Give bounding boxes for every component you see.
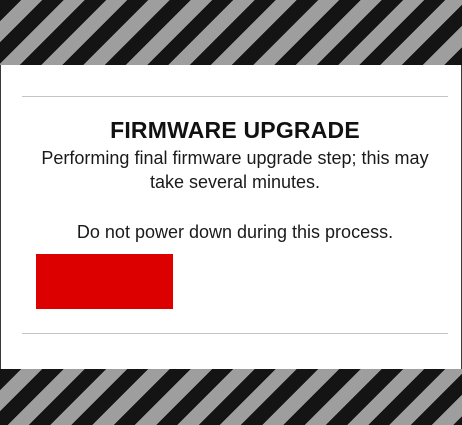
top-divider (22, 96, 448, 97)
hazard-stripe-bottom (0, 369, 462, 425)
firmware-upgrade-screen: FIRMWARE UPGRADE Performing final firmwa… (0, 0, 462, 425)
power-warning: Do not power down during this process. (76, 222, 394, 242)
bottom-divider (22, 333, 448, 334)
progress-bar-fill (36, 254, 174, 309)
progress-bar (36, 254, 428, 309)
hazard-stripe-top (0, 0, 462, 65)
status-message: Performing final firmware upgrade step; … (41, 148, 429, 192)
left-border (0, 65, 1, 369)
dialog-title: FIRMWARE UPGRADE (110, 117, 360, 143)
